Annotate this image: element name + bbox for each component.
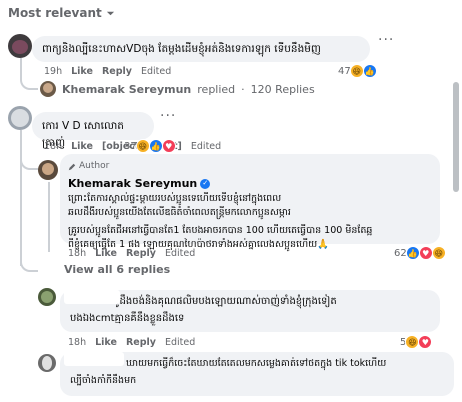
reaction-summary[interactable]: 5 😆 ♥ bbox=[400, 335, 433, 349]
comment-text: បងឯងcmtគ្មានគឺនឹងខ្លួនដឹងទេ bbox=[70, 313, 185, 324]
reaction-count: 37 bbox=[124, 140, 137, 152]
chevron-down-icon bbox=[106, 11, 114, 15]
view-all-replies-link[interactable]: View all 6 replies bbox=[64, 263, 170, 276]
like-button[interactable]: Like bbox=[71, 141, 93, 152]
reaction-count: 47 bbox=[338, 65, 351, 77]
author-name[interactable]: Khemarak Sereymun ✓ bbox=[68, 175, 432, 192]
replier-name: Khemarak Sereymun bbox=[62, 82, 192, 96]
like-button[interactable]: Like bbox=[71, 66, 93, 77]
replies-count: 120 Replies bbox=[250, 82, 315, 96]
reply-button[interactable]: Reply bbox=[126, 337, 156, 348]
reaction-count: 62 bbox=[394, 247, 407, 259]
scrollbar-thumb[interactable] bbox=[453, 82, 459, 192]
avatar[interactable] bbox=[8, 106, 32, 130]
heart-icon: ♥ bbox=[161, 139, 176, 153]
author-avatar[interactable] bbox=[38, 160, 58, 180]
comment-bubble: កោរ V D ​សោលោតគ្រាញ់ bbox=[32, 112, 154, 149]
haha-icon: 😆 bbox=[135, 139, 150, 153]
edited-label: Edited bbox=[164, 337, 196, 348]
reply-button[interactable]: Reply bbox=[102, 66, 132, 77]
comment-time[interactable]: 18h bbox=[68, 337, 86, 348]
heart-icon: ♥ bbox=[418, 246, 433, 260]
reply-actions: 18h Like Reply Edited bbox=[68, 248, 195, 259]
replied-label: replied bbox=[197, 82, 236, 96]
haha-icon: 😆 bbox=[349, 64, 364, 78]
reply-text: ព្រោះតែការស្គាល់ផ្ទះម្ដាយរបស់ប្អូនទេហើយទ… bbox=[68, 193, 373, 250]
author-badge: Author bbox=[68, 158, 432, 175]
comment-time[interactable]: 19h bbox=[44, 66, 62, 77]
comment-text: ល្បីចាំងកាំកីនឹងមក bbox=[70, 375, 137, 386]
reply-bubble: Author Khemarak Sereymun ✓ ព្រោះតែការស្គ… bbox=[60, 154, 440, 250]
comment-actions: 19h Like Reply Edited bbox=[44, 66, 171, 77]
like-button[interactable]: Like bbox=[95, 337, 117, 348]
comment-text: ឃាយមកធ្វើក៏ចេះតែឃាយតែតេលមកសម្លេងគាត់ទៅថត… bbox=[126, 358, 387, 369]
edited-label: Edited bbox=[164, 248, 196, 259]
reply-button[interactable]: Reply bbox=[126, 248, 156, 259]
more-options-icon[interactable]: ··· bbox=[378, 32, 394, 48]
reaction-summary[interactable]: 37 😆 👍 ♥ bbox=[124, 139, 176, 153]
more-options-icon[interactable]: ··· bbox=[160, 108, 176, 124]
haha-icon: 😆 bbox=[431, 246, 446, 260]
avatar[interactable] bbox=[8, 34, 32, 58]
heart-icon: ♥ bbox=[418, 335, 433, 349]
comment-bubble: ពាក្យនិងល្បីនេះហាសVDចុង តែម្ដងដើមខ្ញុំអត… bbox=[32, 36, 370, 62]
reply-time[interactable]: 18h bbox=[68, 248, 86, 259]
comment-text: ពាក្យនិងល្បីនេះហាសVDចុង តែម្ដងដើមខ្ញុំអត… bbox=[42, 43, 321, 55]
replies-bar[interactable]: Khemarak Sereymun replied · 120 Replies bbox=[40, 81, 315, 97]
like-icon: 👍 bbox=[362, 64, 377, 78]
sort-dropdown[interactable]: Most relevant bbox=[8, 6, 115, 20]
comment-actions: 18h Like Reply Edited bbox=[68, 337, 195, 348]
reaction-summary[interactable]: 47 😆 👍 bbox=[338, 64, 377, 78]
avatar[interactable] bbox=[38, 288, 56, 306]
like-button[interactable]: Like bbox=[95, 248, 117, 259]
haha-icon: 😆 bbox=[405, 335, 420, 349]
verified-icon: ✓ bbox=[200, 178, 211, 189]
like-icon: 👍 bbox=[405, 246, 420, 260]
pencil-icon bbox=[68, 163, 76, 170]
sort-label: Most relevant bbox=[8, 6, 102, 20]
edited-label: Edited bbox=[190, 141, 222, 152]
comment-time[interactable]: 18h bbox=[44, 141, 62, 152]
reaction-summary[interactable]: 62 👍 ♥ 😆 bbox=[394, 246, 446, 260]
comment-text: សូដឹងចង់និងគុណផលិមបងឡោយណាស់ចាញ់ទាំងខ្ញុំ… bbox=[110, 296, 337, 307]
avatar bbox=[40, 81, 56, 97]
avatar[interactable] bbox=[38, 354, 56, 372]
like-icon: 👍 bbox=[148, 139, 163, 153]
edited-label: Edited bbox=[140, 66, 172, 77]
